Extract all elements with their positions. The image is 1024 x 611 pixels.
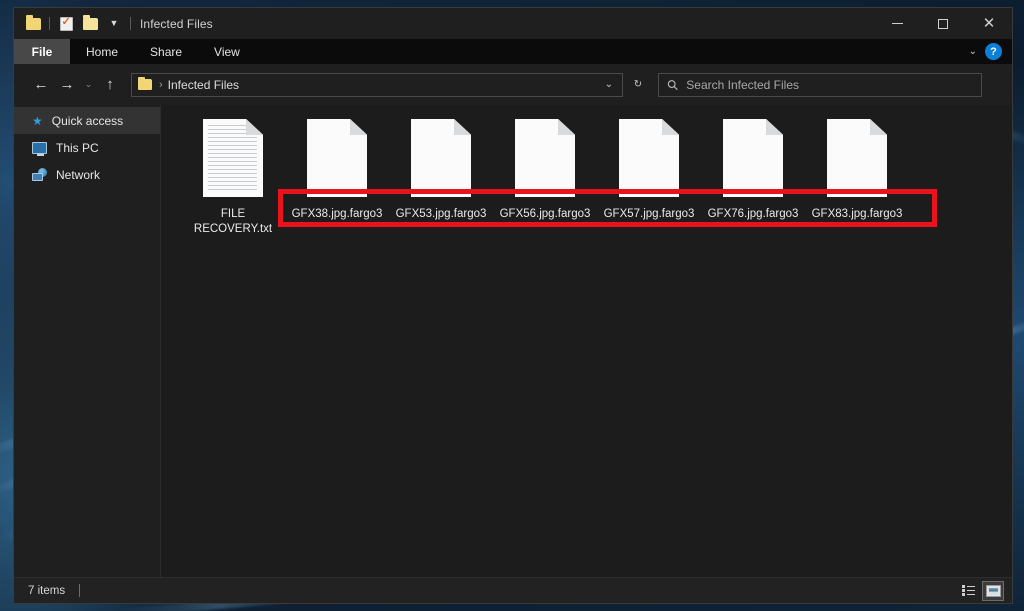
sidebar-item-network[interactable]: Network [14,161,160,188]
file-icon-wrap [515,119,575,203]
navigation-bar: ← → ⌄ ↑ › Infected Files ⌄ ↻ [14,64,1012,105]
star-icon: ★ [32,113,43,128]
new-folder-icon[interactable] [79,13,101,35]
sidebar-item-label: Quick access [51,113,124,128]
file-label: GFX83.jpg.fargo3 [811,208,903,220]
list-item[interactable]: GFX76.jpg.fargo3 [701,117,805,222]
computer-icon [32,141,47,156]
file-label: GFX53.jpg.fargo3 [395,208,487,220]
file-icon-wrap [827,119,887,203]
tab-share[interactable]: Share [134,39,198,64]
status-bar: 7 items [14,577,1012,603]
close-button[interactable]: ✕ [966,8,1012,39]
list-item[interactable]: GFX56.jpg.fargo3 [493,117,597,222]
address-dropdown-chevron-down-icon[interactable]: ⌄ [598,74,620,96]
file-grid: FILE RECOVERY.txt GFX38.jpg.fargo3 GFX53… [181,117,1012,237]
file-label: GFX38.jpg.fargo3 [291,208,383,220]
explorer-body: ★ Quick access This PC Network FILE RECO… [14,105,1012,577]
forward-button[interactable]: → [54,72,80,98]
sidebar-item-label: This PC [56,140,99,155]
file-label: FILE RECOVERY.txt [194,207,272,237]
ribbon-right-controls: ⌄ ? [969,39,1012,64]
list-item[interactable]: GFX38.jpg.fargo3 [285,117,389,222]
properties-icon[interactable] [55,13,77,35]
blank-file-icon [411,119,471,197]
tab-file[interactable]: File [14,39,70,64]
back-button[interactable]: ← [28,72,54,98]
tab-view[interactable]: View [198,39,256,64]
list-item[interactable]: GFX53.jpg.fargo3 [389,117,493,222]
network-icon [32,168,47,181]
navigation-pane: ★ Quick access This PC Network [14,105,161,577]
address-bar[interactable]: › Infected Files ⌄ [131,72,623,97]
blank-file-icon [307,119,367,197]
title-bar: ▼ Infected Files ✕ [14,8,1012,39]
sidebar-item-quick-access[interactable]: ★ Quick access [14,107,160,134]
tab-home[interactable]: Home [70,39,134,64]
search-box[interactable] [658,72,982,97]
item-count-label: 7 items [28,584,66,597]
expand-ribbon-chevron-down-icon[interactable]: ⌄ [969,46,977,57]
window-controls: ✕ [874,8,1012,39]
help-icon[interactable]: ? [985,43,1002,60]
file-list-view[interactable]: FILE RECOVERY.txt GFX38.jpg.fargo3 GFX53… [161,105,1012,577]
ribbon-tab-bar: File Home Share View ⌄ ? [14,39,1012,64]
file-icon-wrap [619,119,679,203]
search-icon [667,79,678,90]
search-input[interactable] [686,77,981,92]
file-label-line1: FILE [220,208,246,220]
breadcrumb[interactable]: Infected Files [168,78,239,92]
list-item[interactable]: FILE RECOVERY.txt [181,117,285,237]
list-item[interactable]: GFX83.jpg.fargo3 [805,117,909,222]
sidebar-item-this-pc[interactable]: This PC [14,134,160,161]
refresh-button[interactable]: ↻ [627,74,649,96]
toolbar-separator [49,17,50,30]
file-icon-wrap [723,119,783,203]
file-icon-wrap [411,119,471,203]
folder-icon[interactable] [22,13,44,35]
quick-access-toolbar: ▼ [14,13,134,35]
file-icon-wrap [203,119,263,203]
text-file-icon [203,119,263,197]
blank-file-icon [723,119,783,197]
file-label-line2: RECOVERY.txt [193,223,273,235]
chevron-down-icon[interactable]: ▼ [103,13,125,35]
details-view-icon [961,585,975,596]
minimize-button[interactable] [874,8,920,39]
blank-file-icon [619,119,679,197]
file-icon-wrap [307,119,367,203]
list-item[interactable]: GFX57.jpg.fargo3 [597,117,701,222]
large-icons-view-button[interactable] [982,580,1004,601]
file-label: GFX57.jpg.fargo3 [603,208,695,220]
window-title: Infected Files [140,16,213,31]
toolbar-separator-2 [130,17,131,30]
status-separator [79,584,81,597]
blank-file-icon [515,119,575,197]
up-button[interactable]: ↑ [97,72,123,98]
recent-locations-chevron-down-icon[interactable]: ⌄ [80,72,97,98]
file-label: GFX56.jpg.fargo3 [499,208,591,220]
address-bar-actions: ⌄ [598,74,620,96]
breadcrumb-separator: › [159,78,163,91]
address-folder-icon [138,76,152,90]
sidebar-item-label: Network [56,167,101,182]
blank-file-icon [827,119,887,197]
details-view-button[interactable] [957,581,979,601]
large-icons-view-icon [985,584,1001,597]
maximize-button[interactable] [920,8,966,39]
file-label: GFX76.jpg.fargo3 [707,208,799,220]
file-explorer-window: ▼ Infected Files ✕ File Home Share View … [14,8,1012,603]
view-mode-buttons [957,580,1004,601]
